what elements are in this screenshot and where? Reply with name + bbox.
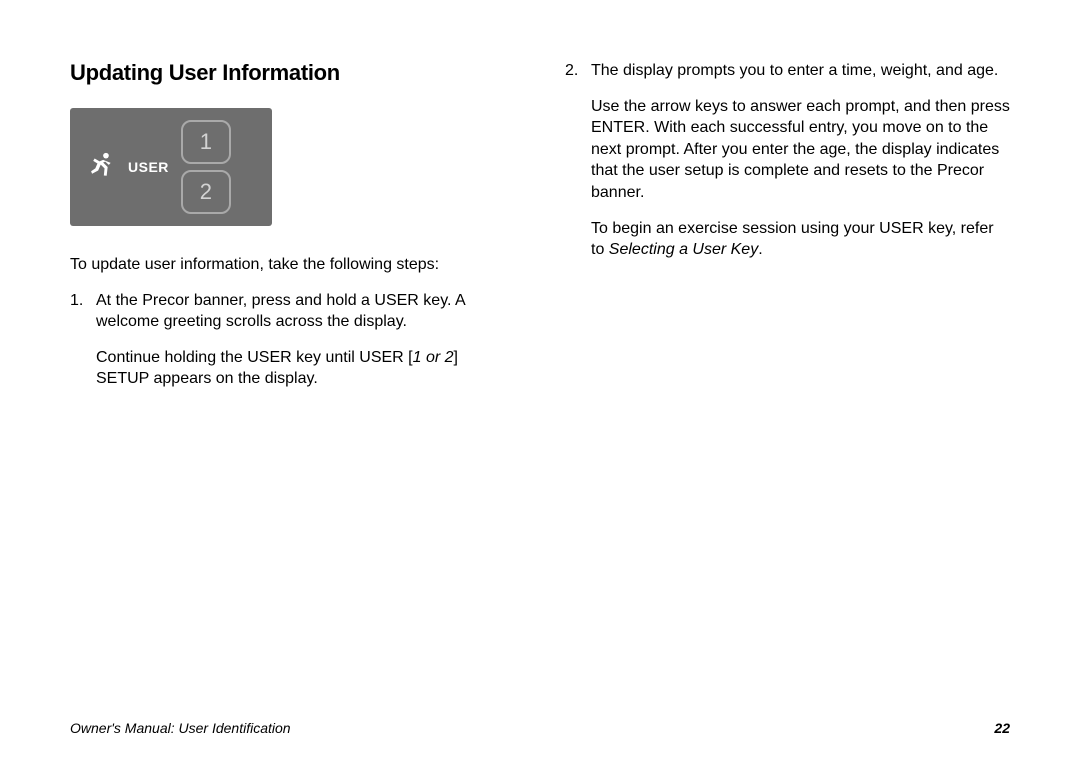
step-2-c-emphasis: Selecting a User Key bbox=[609, 241, 758, 258]
step-1: At the Precor banner, press and hold a U… bbox=[70, 290, 515, 390]
step-1-text-a: At the Precor banner, press and hold a U… bbox=[96, 292, 465, 331]
content-columns: Updating User Information USER 1 2 To up… bbox=[70, 60, 1010, 680]
step-1-b-emphasis: 1 or 2 bbox=[413, 349, 454, 366]
step-1-b-pre: Continue holding the USER key until USER… bbox=[96, 349, 413, 366]
page-footer: Owner's Manual: User Identification 22 bbox=[70, 720, 1010, 736]
footer-page-number: 22 bbox=[994, 720, 1010, 736]
steps-list-left: At the Precor banner, press and hold a U… bbox=[70, 290, 515, 390]
left-column: Updating User Information USER 1 2 To up… bbox=[70, 60, 515, 680]
runner-icon bbox=[82, 144, 120, 190]
step-2-text-b: Use the arrow keys to answer each prompt… bbox=[591, 96, 1010, 204]
intro-text: To update user information, take the fol… bbox=[70, 254, 515, 276]
diagram-buttons: 1 2 bbox=[181, 120, 231, 214]
user-key-diagram: USER 1 2 bbox=[70, 108, 272, 226]
step-2-c-post: . bbox=[758, 241, 762, 258]
step-2: The display prompts you to enter a time,… bbox=[565, 60, 1010, 261]
section-heading: Updating User Information bbox=[70, 60, 515, 86]
user-button-2: 2 bbox=[181, 170, 231, 214]
step-1-text-b: Continue holding the USER key until USER… bbox=[96, 347, 515, 390]
user-button-1: 1 bbox=[181, 120, 231, 164]
step-2-text-a: The display prompts you to enter a time,… bbox=[591, 62, 998, 79]
footer-doc-title: Owner's Manual: User Identification bbox=[70, 720, 291, 736]
steps-list-right: The display prompts you to enter a time,… bbox=[565, 60, 1010, 261]
step-2-text-c: To begin an exercise session using your … bbox=[591, 218, 1010, 261]
right-column: The display prompts you to enter a time,… bbox=[565, 60, 1010, 680]
diagram-user-label: USER bbox=[128, 159, 169, 175]
